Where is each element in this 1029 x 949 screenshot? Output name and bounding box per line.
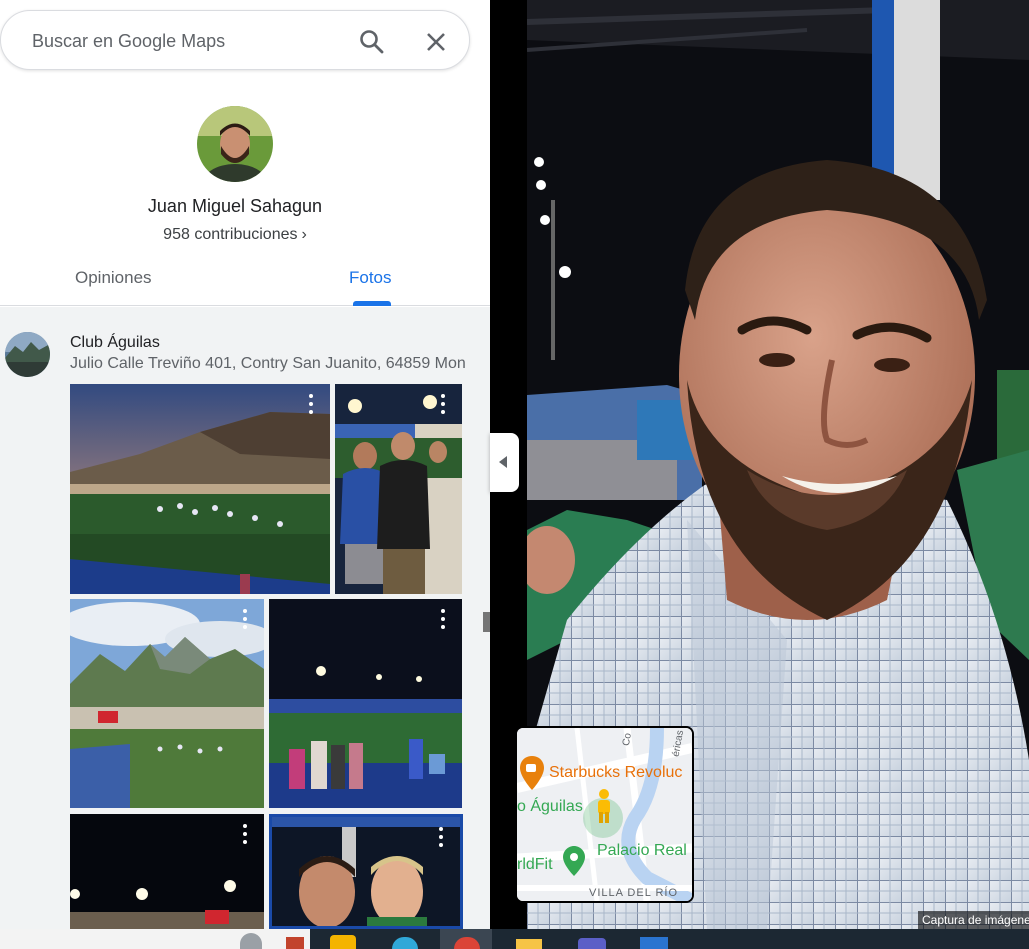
os-taskbar — [0, 929, 1029, 949]
taskbar-search-area[interactable] — [0, 929, 310, 949]
minimap-label-palacio[interactable]: Palacio Real — [597, 842, 687, 860]
minimap-label-starbucks[interactable]: Starbucks Revoluc — [549, 764, 682, 782]
active-tab-indicator — [353, 301, 391, 306]
contributions-count: 958 contribuciones — [163, 226, 298, 243]
place-name[interactable]: Club Águilas — [70, 334, 160, 352]
taskbar-avatar-icon[interactable] — [240, 933, 262, 949]
tab-opiniones[interactable]: Opiniones — [75, 268, 152, 288]
minimap-label-street1: Co — [620, 732, 634, 747]
profile-name: Juan Miguel Sahagun — [147, 196, 323, 216]
pegman-icon[interactable] — [593, 788, 615, 824]
taskbar-edge-icon[interactable] — [392, 937, 418, 949]
cafe-pin-icon[interactable] — [520, 756, 544, 790]
more-options-icon[interactable] — [441, 609, 445, 629]
collapse-panel-button[interactable] — [490, 433, 519, 492]
taskbar-teams-icon[interactable] — [578, 938, 606, 949]
place-thumbnail[interactable] — [5, 332, 50, 377]
side-panel: Buscar en Google Maps Juan Miguel Sahagu… — [0, 0, 490, 929]
photo-tile[interactable] — [70, 384, 330, 594]
contributions-link[interactable]: 958 contribuciones › — [0, 226, 470, 244]
photo-tile[interactable] — [335, 384, 462, 594]
tab-bar: Opiniones Fotos — [0, 256, 490, 306]
place-address: Julio Calle Treviño 401, Contry San Juan… — [70, 355, 465, 372]
photo-tile[interactable] — [70, 599, 264, 808]
more-options-icon[interactable] — [439, 827, 443, 847]
taskbar-outlook-icon[interactable] — [640, 937, 668, 949]
scrollbar-thumb[interactable] — [483, 612, 490, 632]
taskbar-app-icon[interactable] — [286, 937, 304, 949]
chevron-left-icon — [499, 456, 507, 468]
more-options-icon[interactable] — [243, 609, 247, 629]
profile-avatar[interactable] — [197, 106, 273, 182]
search-icon[interactable] — [359, 29, 385, 55]
minimap-label-fit[interactable]: rldFit — [517, 856, 553, 874]
image-credit[interactable]: Captura de imágene — [918, 911, 1029, 929]
minimap[interactable]: Starbucks Revoluc o Águilas Palacio Real… — [515, 726, 694, 903]
close-icon[interactable] — [424, 30, 448, 54]
minimap-label-aguilas[interactable]: o Águilas — [517, 798, 583, 816]
photo-tile-selected[interactable] — [269, 814, 463, 929]
more-options-icon[interactable] — [441, 394, 445, 414]
minimap-label-villa: VILLA DEL RÍO — [589, 887, 679, 899]
photo-tile[interactable] — [269, 599, 462, 808]
taskbar-folder-icon[interactable] — [516, 939, 542, 949]
maps-window: Buscar en Google Maps Juan Miguel Sahagu… — [0, 0, 1029, 949]
search-box[interactable]: Buscar en Google Maps — [0, 10, 470, 70]
tab-fotos[interactable]: Fotos — [349, 268, 392, 288]
taskbar-app-icon[interactable] — [330, 935, 356, 949]
more-options-icon[interactable] — [309, 394, 313, 414]
photo-tile[interactable] — [70, 814, 264, 929]
place-pin-icon[interactable] — [563, 846, 585, 876]
more-options-icon[interactable] — [243, 824, 247, 844]
chevron-right-icon: › — [301, 226, 307, 243]
search-input[interactable]: Buscar en Google Maps — [32, 31, 225, 52]
